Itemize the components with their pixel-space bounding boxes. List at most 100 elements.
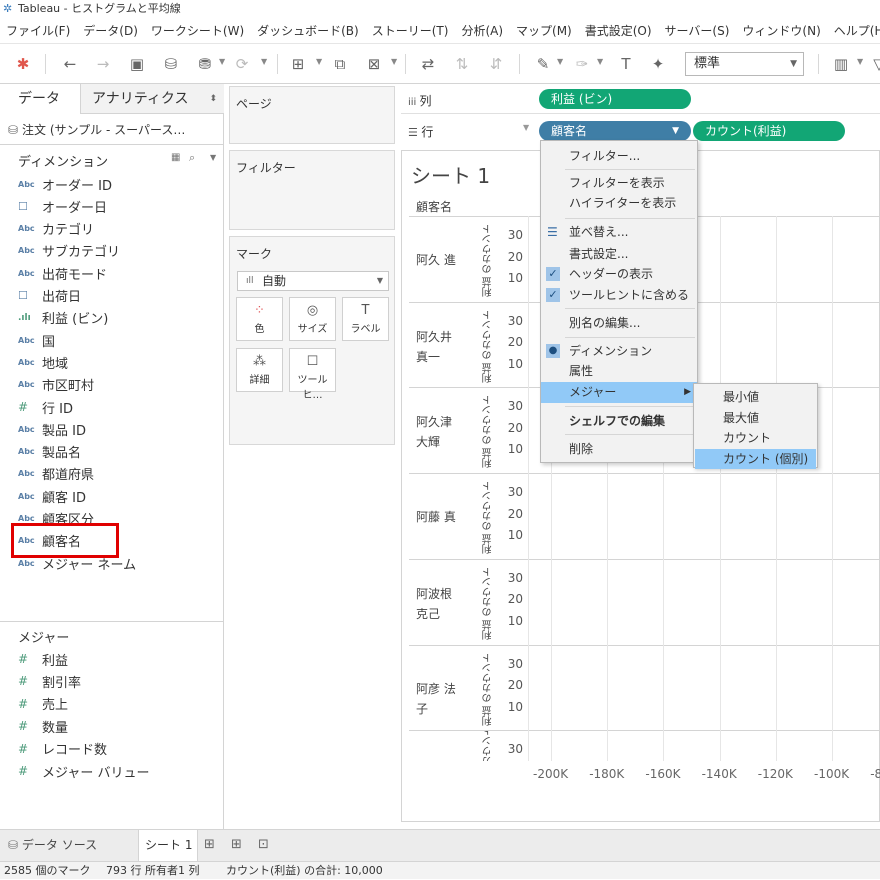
context-menu-item[interactable]: ☰ 並べ替え... — [541, 222, 697, 243]
fit-select[interactable]: 標準 ▼ — [685, 52, 804, 76]
dimension-field[interactable]: Abc 製品 ID — [18, 418, 86, 440]
submenu-item[interactable]: 最大値 — [695, 408, 816, 428]
submenu-item[interactable]: 最小値 — [695, 387, 816, 407]
color-button[interactable]: ⁘ 色 — [236, 297, 283, 341]
dimension-field[interactable]: Abc 製品名 — [18, 441, 81, 463]
context-menu-item[interactable]: ハイライターを表示 — [541, 193, 697, 214]
clear-sheet-icon[interactable]: ⊠ — [365, 55, 383, 73]
refresh-icon[interactable]: ⟳ — [233, 55, 251, 73]
submenu-item[interactable]: カウント — [695, 428, 816, 448]
context-menu-item[interactable]: 削除 — [541, 439, 697, 460]
new-datasource-icon[interactable]: ⛁ — [162, 55, 180, 73]
highlight-icon[interactable]: ✎ — [534, 55, 552, 73]
dimension-field[interactable]: Abc 顧客 ID — [18, 485, 86, 507]
measure-field[interactable]: # 利益 — [18, 648, 68, 670]
menu-window[interactable]: ウィンドウ(N) — [742, 22, 820, 39]
mark-type-select[interactable]: ıll 自動 ▼ — [237, 271, 389, 291]
dimension-field[interactable]: Abc 国 — [18, 329, 55, 351]
save-icon[interactable]: ▣ — [128, 55, 146, 73]
dimensions-menu-icon[interactable]: ▼ — [210, 153, 216, 162]
menu-worksheet[interactable]: ワークシート(W) — [151, 22, 244, 39]
context-menu-item[interactable]: ● ディメンション — [541, 341, 697, 362]
context-menu-item[interactable]: ✓ ヘッダーの表示 — [541, 264, 697, 285]
detail-button[interactable]: ⁂ 詳細 — [236, 348, 283, 392]
context-menu-item[interactable]: ✓ ツールヒントに含める — [541, 285, 697, 306]
rows-shelf-dropdown-icon[interactable]: ▼ — [523, 123, 529, 132]
customer-name-header[interactable]: 阿久 進 — [416, 250, 466, 270]
new-story-icon[interactable]: ⊡ — [258, 837, 269, 852]
context-menu-item[interactable]: フィルターを表示 — [541, 173, 697, 194]
measure-field[interactable]: # メジャー バリュー — [18, 760, 149, 782]
sheet-tab[interactable]: シート 1 — [138, 830, 198, 861]
menu-format[interactable]: 書式設定(O) — [585, 22, 652, 39]
columns-shelf[interactable]: iii 列 利益 (ビン) — [401, 86, 880, 114]
dimension-field[interactable]: ☐ 出荷日 — [18, 285, 81, 307]
customer-name-header[interactable]: 阿波根 克己 — [416, 584, 466, 624]
context-menu-item[interactable]: メジャー ▶ — [541, 382, 697, 403]
row-pill-customer-name[interactable]: 顧客名 ▼ — [539, 121, 691, 141]
show-cards-icon[interactable]: ▥ — [832, 55, 850, 73]
pages-card[interactable]: ページ — [229, 86, 395, 144]
dimension-field[interactable]: Abc 市区町村 — [18, 374, 94, 396]
tab-data[interactable]: データ — [0, 84, 80, 114]
context-menu-item[interactable]: 別名の編集... — [541, 313, 697, 334]
new-worksheet-icon[interactable]: ⊞ — [289, 55, 307, 73]
datasource-tab[interactable]: ⛁ データ ソース — [0, 830, 134, 861]
customer-name-header[interactable]: 阿藤 真 — [416, 507, 466, 527]
presentation-icon[interactable]: ▽ — [870, 55, 880, 73]
pill-chevron-down-icon[interactable]: ▼ — [672, 121, 679, 141]
tableau-home-icon[interactable]: ✱ — [14, 55, 32, 73]
pane-menu-icon[interactable]: ⬍ — [209, 84, 217, 114]
menu-analysis[interactable]: 分析(A) — [461, 22, 503, 39]
menu-map[interactable]: マップ(M) — [516, 22, 572, 39]
context-menu-item[interactable]: フィルター... — [541, 146, 697, 167]
dimension-field[interactable]: Abc カテゴリ — [18, 218, 94, 240]
duplicate-sheet-icon[interactable]: ⧉ — [331, 55, 349, 73]
dimension-field[interactable]: Abc 出荷モード — [18, 262, 107, 284]
dimension-field[interactable]: .ılı 利益 (ビン) — [18, 307, 108, 329]
pause-updates-icon[interactable]: ⛃ — [196, 55, 214, 73]
dimension-field[interactable]: Abc オーダー ID — [18, 173, 112, 195]
swap-rows-columns-icon[interactable]: ⇄ — [419, 55, 437, 73]
menu-data[interactable]: データ(D) — [83, 22, 138, 39]
tab-analytics[interactable]: アナリティクス ⬍ — [80, 84, 224, 114]
dimension-field[interactable]: # 行 ID — [18, 396, 73, 418]
dimension-field[interactable]: ☐ オーダー日 — [18, 195, 107, 217]
size-button[interactable]: ◎ サイズ — [289, 297, 336, 341]
label-button[interactable]: T ラベル — [342, 297, 389, 341]
search-icon[interactable]: ⌕ — [189, 151, 195, 165]
dimension-field[interactable]: Abc 地域 — [18, 351, 68, 373]
measure-field[interactable]: # 割引率 — [18, 670, 81, 692]
dimension-field[interactable]: Abc 都道府県 — [18, 463, 94, 485]
menu-help[interactable]: ヘルプ(H) — [834, 22, 880, 39]
customer-name-header[interactable]: 阿久井 真一 — [416, 327, 466, 367]
dimension-field[interactable]: Abc サブカテゴリ — [18, 240, 120, 262]
column-pill-profit-bin[interactable]: 利益 (ビン) — [539, 89, 691, 109]
context-menu-item[interactable]: 書式設定... — [541, 244, 697, 265]
customer-name-header[interactable]: 阿久津 大輝 — [416, 412, 466, 452]
menu-file[interactable]: ファイル(F) — [6, 22, 70, 39]
menu-story[interactable]: ストーリー(T) — [372, 22, 449, 39]
new-dashboard-icon[interactable]: ⊞ — [231, 837, 242, 852]
filters-card[interactable]: フィルター — [229, 150, 395, 230]
menu-dashboard[interactable]: ダッシュボード(B) — [257, 22, 359, 39]
row-pill-count-profit[interactable]: カウント(利益) — [693, 121, 845, 141]
submenu-item[interactable]: カウント (個別) — [695, 448, 816, 469]
fix-axes-icon[interactable]: ✦ — [649, 55, 667, 73]
view-grid-icon[interactable]: ▦ — [171, 152, 180, 163]
customer-name-header[interactable]: 阿彦 法子 — [416, 679, 466, 719]
group-members-icon[interactable]: ✑ — [573, 55, 591, 73]
tooltip-button[interactable]: ☐ ツールヒ… — [289, 348, 336, 401]
forward-icon[interactable]: → — [94, 55, 112, 73]
back-icon[interactable]: ← — [61, 55, 79, 73]
measure-field[interactable]: # レコード数 — [18, 738, 107, 760]
sort-descending-icon[interactable]: ⇵ — [487, 55, 505, 73]
show-mark-labels-icon[interactable]: T — [617, 55, 635, 73]
new-worksheet-icon[interactable]: ⊞ — [204, 837, 215, 852]
context-menu-item[interactable]: 属性 — [541, 361, 697, 382]
datasource-item[interactable]: ⛁ 注文 (サンプル - スーパース… — [0, 115, 224, 145]
context-menu-item[interactable]: シェルフでの編集 — [541, 411, 697, 432]
sort-ascending-icon[interactable]: ⇅ — [453, 55, 471, 73]
measure-field[interactable]: # 売上 — [18, 693, 68, 715]
measure-field[interactable]: # 数量 — [18, 715, 68, 737]
